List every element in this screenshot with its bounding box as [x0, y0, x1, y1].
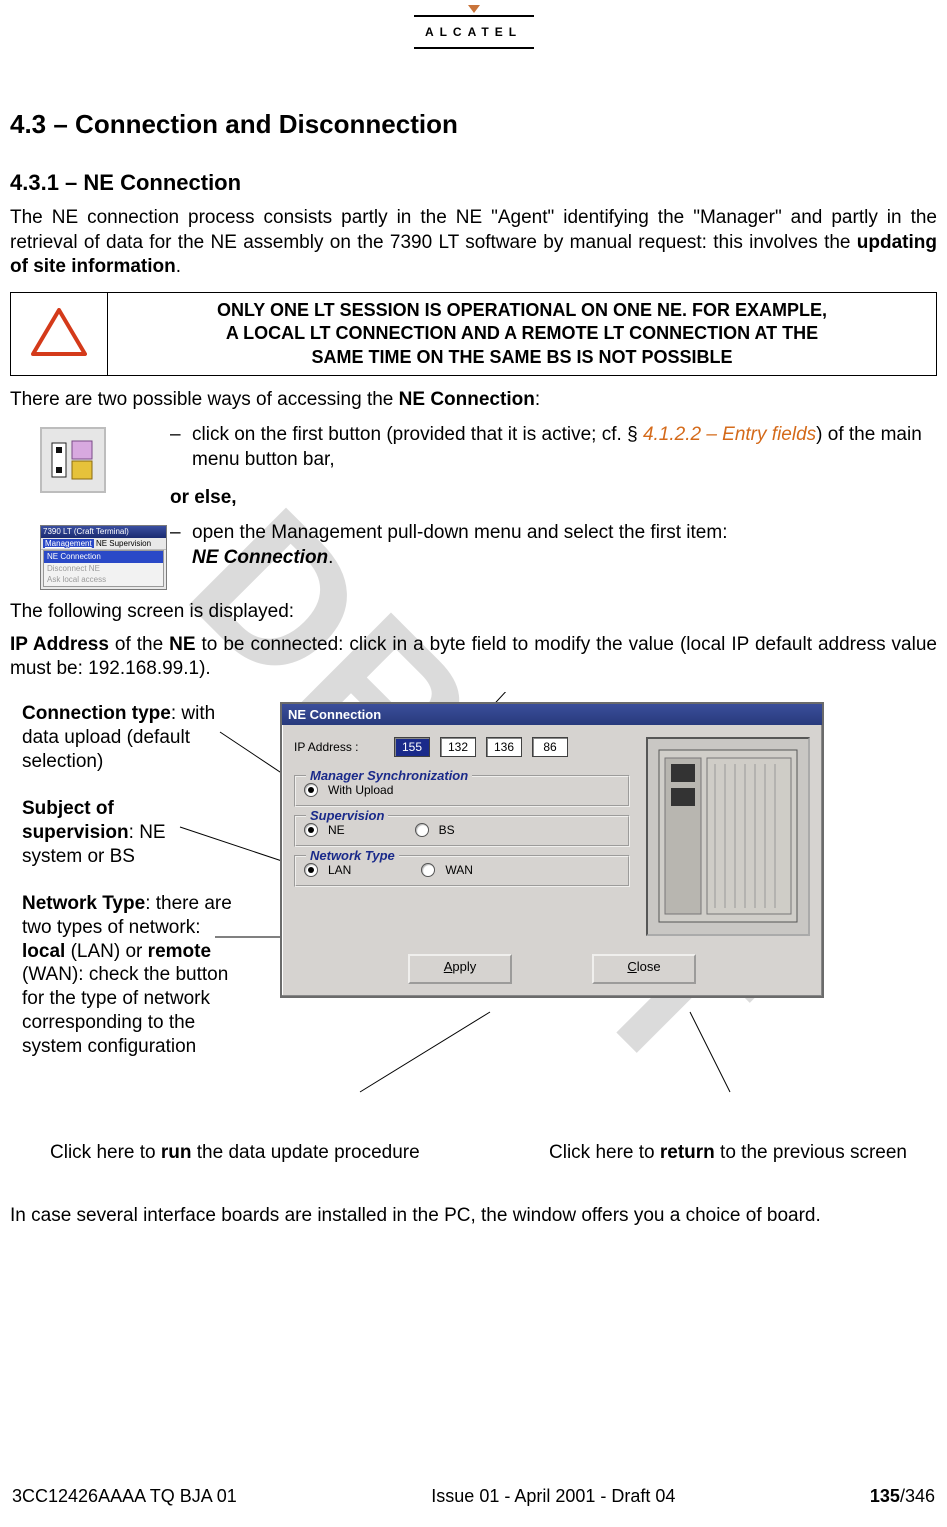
warning-triangle-icon [31, 308, 87, 361]
or-else-label: or else, [170, 486, 937, 511]
warning-line-2: A LOCAL LT CONNECTION AND A REMOTE LT CO… [118, 322, 926, 345]
access-intro: There are two possible ways of accessing… [10, 388, 937, 413]
ip-address-label: IP Address : [294, 740, 384, 754]
ip-byte-3[interactable]: 136 [486, 737, 522, 757]
window-titlebar: NE Connection [282, 704, 822, 725]
callout-supervision: Subject of supervision: NE system or BS [22, 797, 192, 868]
menu-screenshot-thumb: 7390 LT (Craft Terminal) Management NE S… [40, 525, 167, 590]
option-2-text: open the Management pull-down menu and s… [192, 521, 727, 570]
group-legend-network: Network Type [306, 848, 399, 863]
close-button[interactable]: Close [592, 954, 696, 984]
thumb-menu-item-2: Disconnect NE [44, 563, 163, 575]
thumb-menu-item-1: NE Connection [44, 551, 163, 563]
radio-ne[interactable] [304, 823, 318, 837]
thumb-menu-item-3: Ask local access [44, 574, 163, 586]
cross-reference-link: 4.1.2.2 – Entry fields [643, 424, 816, 445]
callout-connection-type: Connection type: with data upload (defau… [22, 702, 252, 773]
closing-paragraph: In case several interface boards are ins… [10, 1204, 937, 1229]
equipment-illustration [646, 737, 810, 936]
radio-with-upload[interactable] [304, 783, 318, 797]
ne-connection-window: NE Connection IP Address : 155 132 136 8… [280, 702, 824, 998]
ip-address-instruction: IP Address of the NE to be connected: cl… [10, 633, 937, 682]
radio-wan-label: WAN [445, 863, 473, 877]
warning-line-1: ONLY ONE LT SESSION IS OPERATIONAL ON ON… [118, 299, 926, 322]
ip-byte-4[interactable]: 86 [532, 737, 568, 757]
warning-box: ONLY ONE LT SESSION IS OPERATIONAL ON ON… [10, 292, 937, 376]
radio-with-upload-label: With Upload [328, 783, 393, 797]
screen-displayed-text: The following screen is displayed: [10, 600, 937, 625]
brand-logo: ALCATEL [0, 10, 947, 59]
radio-wan[interactable] [421, 863, 435, 877]
warning-line-3: SAME TIME ON THE SAME BS IS NOT POSSIBLE [118, 346, 926, 369]
radio-lan[interactable] [304, 863, 318, 877]
callout-apply: Click here to run the data update proced… [30, 1142, 420, 1164]
group-legend-supervision: Supervision [306, 808, 388, 823]
radio-lan-label: LAN [328, 863, 351, 877]
ip-byte-2[interactable]: 132 [440, 737, 476, 757]
footer-issue: Issue 01 - April 2001 - Draft 04 [431, 1486, 675, 1507]
thumb-menu-management: Management [43, 539, 94, 548]
radio-bs[interactable] [415, 823, 429, 837]
brand-text: ALCATEL [414, 15, 534, 49]
page-footer: 3CC12426AAAA TQ BJA 01 Issue 01 - April … [0, 1486, 947, 1507]
callout-network-type: Network Type: there are two types of net… [22, 892, 232, 1058]
apply-button[interactable]: Apply [408, 954, 512, 984]
footer-page: 135/346 [870, 1486, 935, 1507]
group-legend-sync: Manager Synchronization [306, 768, 472, 783]
intro-paragraph: The NE connection process consists partl… [10, 206, 937, 280]
ip-byte-1[interactable]: 155 [394, 737, 430, 757]
radio-bs-label: BS [439, 823, 455, 837]
footer-doc-id: 3CC12426AAAA TQ BJA 01 [12, 1486, 237, 1507]
section-heading: 4.3 – Connection and Disconnection [10, 109, 937, 140]
callout-close: Click here to return to the previous scr… [549, 1142, 917, 1164]
thumb-titlebar: 7390 LT (Craft Terminal) [41, 526, 166, 538]
thumb-menu-supervision: NE Supervision [96, 539, 151, 548]
option-1-text: click on the first button (provided that… [192, 423, 937, 472]
toolbar-button-icon [40, 427, 106, 493]
radio-ne-label: NE [328, 823, 345, 837]
subsection-heading: 4.3.1 – NE Connection [10, 170, 937, 196]
